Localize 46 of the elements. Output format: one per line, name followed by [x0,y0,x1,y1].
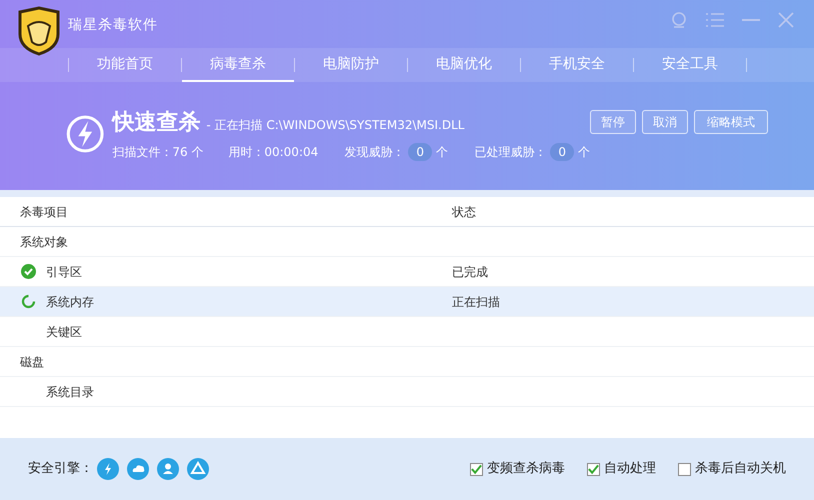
stat-label: 发现威胁： [344,144,404,161]
column-header: 杀毒项目 [19,204,69,220]
status-text: 已完成 [452,264,488,280]
status-text: 正在扫描 [452,294,500,310]
count-badge: 0 [550,143,574,161]
minimize-icon[interactable] [742,18,760,22]
action-button[interactable]: 暂停 [590,110,636,134]
unit-text: 个 [578,144,590,161]
option-label: 变频查杀病毒 [487,460,565,478]
nav-tab[interactable]: 功能首页 [69,48,181,82]
action-button[interactable]: 缩略模式 [694,110,768,134]
stat-text: 扫描文件：76 个 [112,144,204,161]
table-row[interactable]: 系统内存 正在扫描 [0,287,814,317]
current-file-text: - 正在扫描 C:\WINDOWS\SYSTEM32\MSI.DLL [206,117,464,134]
user-engine-icon[interactable] [157,458,179,480]
user-icon[interactable] [670,11,688,29]
cloud-engine-icon[interactable] [127,458,149,480]
item-label: 引导区 [46,264,82,280]
option-label: 自动处理 [604,460,656,478]
nav-tab[interactable]: 电脑防护 [295,48,407,82]
nav-tab[interactable]: 手机安全 [521,48,633,82]
group-label: 系统对象 [19,234,68,250]
count-badge: 0 [408,143,432,161]
nav-tab[interactable]: 病毒查杀 [182,48,294,82]
column-header: 状态 [452,204,476,220]
stat-label: 已处理威胁： [474,144,546,161]
option-label: 杀毒后自动关机 [695,460,786,478]
scan-title: 快速查杀 [112,109,200,137]
checkbox[interactable] [587,462,600,476]
group-label: 磁盘 [19,354,44,370]
bolt-engine-icon[interactable] [97,458,119,480]
app-title: 瑞星杀毒软件 [68,16,158,34]
stat-text: 用时：00:00:04 [228,144,318,161]
unit-text: 个 [436,144,448,161]
checkbox[interactable] [470,462,483,476]
item-label: 关键区 [46,324,82,340]
nav-tab[interactable]: 电脑优化 [408,48,520,82]
drive-engine-icon[interactable] [187,458,209,480]
nav-tab[interactable]: 安全工具 [634,48,746,82]
action-button[interactable]: 取消 [642,110,688,134]
checkbox[interactable] [678,462,691,476]
item-label: 系统内存 [46,294,94,310]
menu-icon[interactable] [706,13,724,27]
item-label: 系统目录 [46,384,94,400]
close-icon[interactable] [778,12,794,28]
engine-label: 安全引擎： [28,460,93,478]
